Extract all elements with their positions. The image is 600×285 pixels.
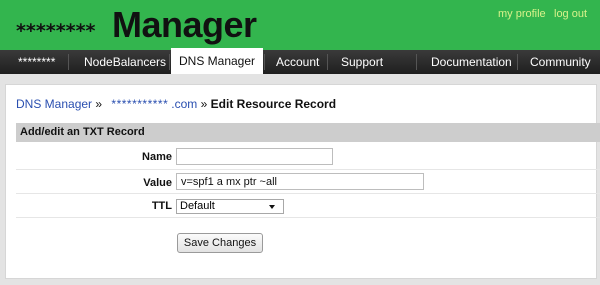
breadcrumb-separator: » <box>200 97 208 111</box>
section-header: Add/edit an TXT Record <box>16 123 600 142</box>
row-divider <box>16 193 600 194</box>
my-profile-link[interactable]: my profile <box>498 8 546 20</box>
nav-divider <box>517 54 518 70</box>
save-changes-button[interactable]: Save Changes <box>177 233 263 253</box>
nav-divider <box>169 54 170 70</box>
logo-masked-text: ******** <box>16 20 96 42</box>
top-header: ******** Manager my profile log out <box>0 0 600 50</box>
nav-item-account[interactable]: Account <box>276 50 319 74</box>
name-label: Name <box>142 151 172 163</box>
breadcrumb: DNS Manager » *********** .com » Edit Res… <box>16 97 336 111</box>
main-navigation: ******** NodeBalancers DNS Manager Accou… <box>0 48 600 74</box>
nav-divider <box>416 54 417 70</box>
breadcrumb-dns-manager-link[interactable]: DNS Manager <box>16 97 92 111</box>
breadcrumb-current: Edit Resource Record <box>210 97 337 111</box>
nav-divider <box>327 54 328 70</box>
nav-item-community[interactable]: Community <box>530 50 591 74</box>
name-input[interactable] <box>176 148 333 165</box>
ttl-select[interactable]: Default <box>176 199 284 214</box>
row-divider <box>16 169 600 170</box>
chevron-down-icon <box>269 205 275 209</box>
nav-item-dns-manager[interactable]: DNS Manager <box>171 48 263 74</box>
ttl-selected-value: Default <box>180 200 215 212</box>
value-input[interactable] <box>176 173 424 190</box>
nav-item-nodebalancers[interactable]: NodeBalancers <box>84 50 166 74</box>
breadcrumb-separator: » <box>95 97 103 111</box>
breadcrumb-domain-suffix-link[interactable]: .com <box>171 97 197 111</box>
nav-divider <box>68 54 69 70</box>
nav-item-documentation[interactable]: Documentation <box>431 50 512 74</box>
log-out-link[interactable]: log out <box>554 8 587 20</box>
nav-item-support[interactable]: Support <box>341 50 383 74</box>
logo-manager: Manager <box>112 4 257 45</box>
ttl-label: TTL <box>151 200 172 212</box>
value-label: Value <box>143 177 172 189</box>
breadcrumb-domain-masked-link[interactable]: *********** <box>111 97 168 111</box>
nav-divider <box>264 54 265 70</box>
nav-item-masked[interactable]: ******** <box>18 50 55 74</box>
edit-record-panel: DNS Manager » *********** .com » Edit Res… <box>5 84 600 279</box>
row-divider <box>16 217 600 218</box>
